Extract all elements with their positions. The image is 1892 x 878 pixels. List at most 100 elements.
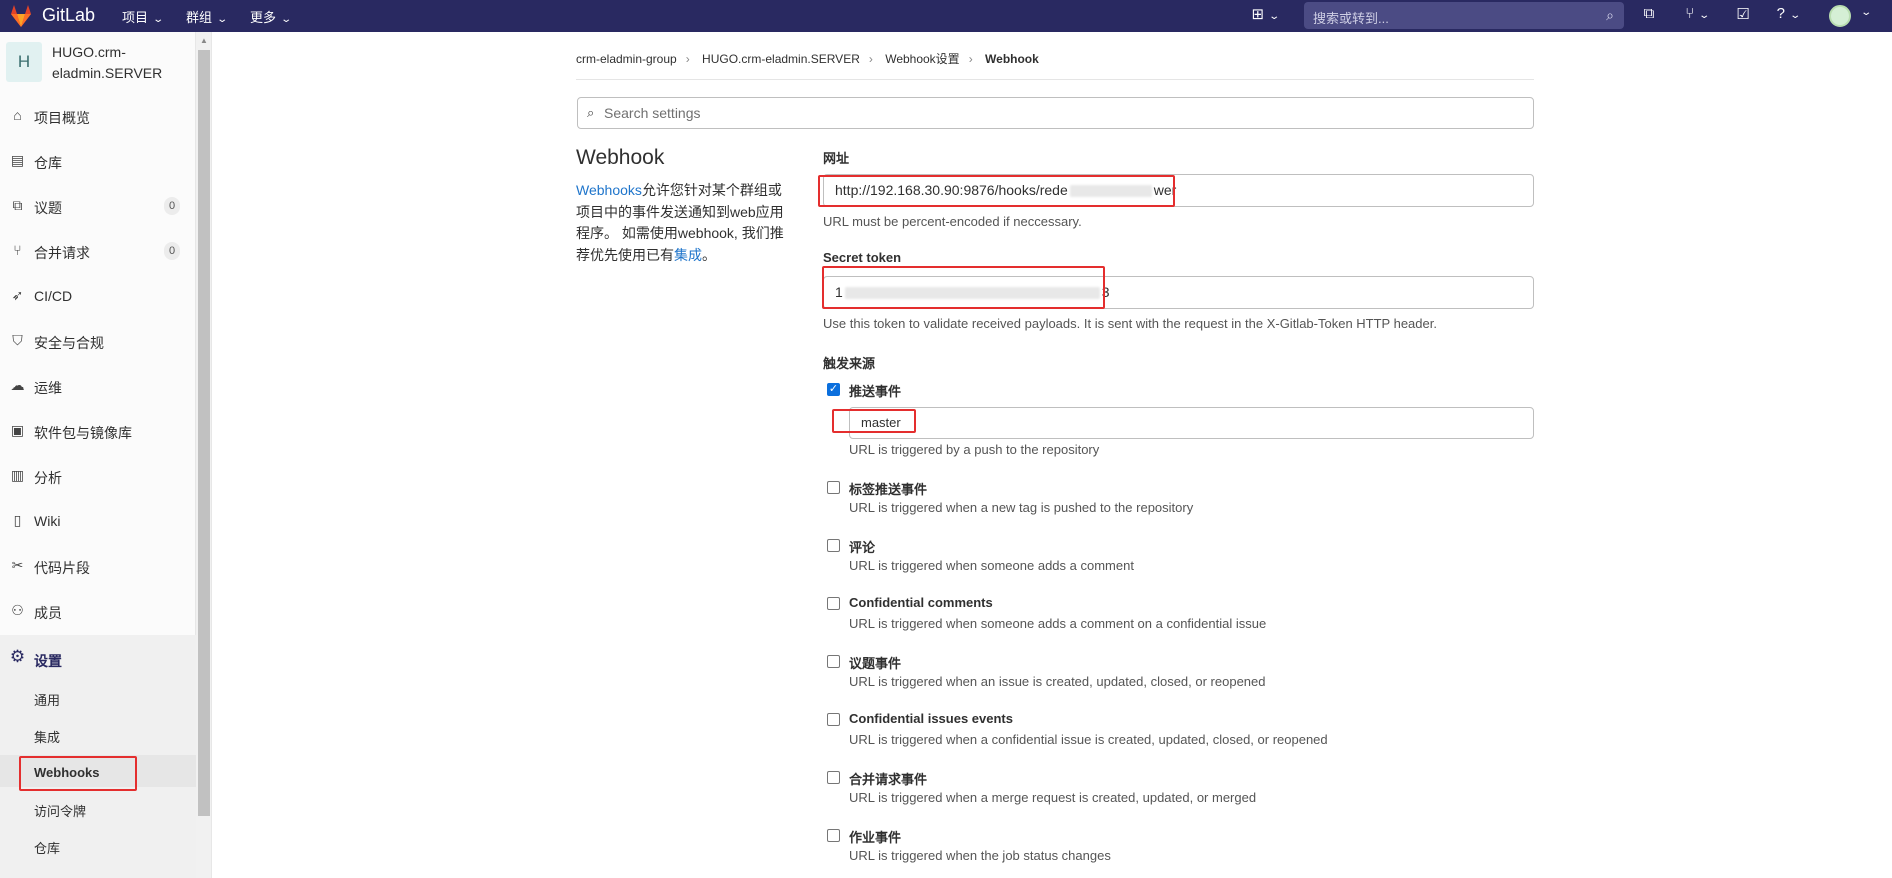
sidebar-item-issues[interactable]: ⧉ 议题 0 [0, 189, 196, 223]
url-input[interactable]: http://192.168.30.90:9876/hooks/rede wer [823, 174, 1534, 207]
sidebar-item-merge-requests[interactable]: ⑂ 合并请求 0 [0, 234, 196, 268]
file-icon: ▤ [10, 152, 25, 168]
sidebar-scrollbar[interactable]: ▲ [196, 32, 212, 878]
merge-request-events-checkbox[interactable] [827, 771, 840, 784]
sidebar-item-label: 成员 [34, 605, 62, 621]
new-dropdown-button[interactable]: ⊞ ⌄ [1245, 5, 1285, 27]
webhooks-docs-link[interactable]: Webhooks [576, 182, 642, 198]
nav-more[interactable]: 更多 ⌄ [250, 7, 293, 26]
settings-sub-access-tokens[interactable]: 访问令牌 [34, 801, 86, 820]
sidebar-item-wiki[interactable]: ▯ Wiki [0, 504, 196, 538]
chevron-down-icon: ⌄ [1698, 10, 1711, 21]
push-events-checkbox[interactable]: ✓ [827, 383, 840, 396]
project-avatar[interactable]: H [6, 42, 42, 82]
brand-name[interactable]: GitLab [42, 5, 95, 26]
merge-request-events-help: URL is triggered when a merge request is… [849, 790, 1257, 805]
url-value-part-1: http://192.168.30.90:9876/hooks/rede [835, 182, 1068, 198]
sidebar-item-label: 合并请求 [34, 245, 90, 261]
confidential-comments-help: URL is triggered when someone adds a com… [849, 616, 1267, 631]
chevron-down-icon: ⌄ [280, 14, 293, 25]
integrations-link[interactable]: 集成 [674, 247, 702, 263]
chevron-right-icon: › [968, 52, 973, 66]
rocket-icon: ➶ [11, 287, 24, 303]
token-value-part-2: 3 [1101, 284, 1110, 300]
breadcrumb-current: Webhook [985, 52, 1039, 66]
push-branch-filter-input[interactable]: master [849, 407, 1534, 439]
sidebar-item-analytics[interactable]: ▥ 分析 [0, 459, 196, 493]
comments-label: 评论 [849, 540, 876, 555]
sidebar-item-packages[interactable]: ▣ 软件包与镜像库 [0, 414, 196, 448]
scroll-up-arrow-icon[interactable]: ▲ [200, 36, 208, 45]
nav-groups-label: 群组 [186, 10, 213, 25]
sidebar-item-snippets[interactable]: ✂ 代码片段 [0, 549, 196, 583]
issues-count-badge: 0 [164, 197, 180, 215]
chevron-down-icon: ⌄ [152, 14, 165, 25]
sidebar-item-security[interactable]: ⛉ 安全与合规 [0, 324, 196, 358]
confidential-comments-label: Confidential comments [849, 595, 993, 610]
breadcrumb-webhook-settings[interactable]: Webhook设置 [885, 52, 959, 66]
nav-projects-label: 项目 [122, 10, 149, 25]
help-icon: ? [1776, 5, 1785, 22]
help-button[interactable]: ? ⌄ [1768, 5, 1808, 27]
sidebar-item-label: 安全与合规 [34, 335, 104, 351]
chevron-right-icon: › [685, 52, 690, 66]
confidential-issues-events-checkbox[interactable] [827, 713, 840, 726]
nav-projects[interactable]: 项目 ⌄ [122, 7, 165, 26]
url-value-part-2: wer [1153, 182, 1177, 198]
tag-push-events-checkbox[interactable] [827, 481, 840, 494]
issues-events-help: URL is triggered when an issue is create… [849, 674, 1266, 689]
nav-more-label: 更多 [250, 10, 277, 25]
job-events-checkbox[interactable] [827, 829, 840, 842]
settings-search-input[interactable]: ⌕ Search settings [577, 97, 1534, 129]
chevron-right-icon: › [868, 52, 873, 66]
merge-request-icon: ⑂ [13, 242, 22, 258]
chevron-down-icon[interactable]: ⌄ [1860, 7, 1872, 18]
todos-button[interactable]: ☑ [1730, 5, 1756, 27]
merge-requests-count-badge: 0 [164, 242, 180, 260]
token-value-part-1: 1 [835, 284, 843, 300]
nav-groups[interactable]: 群组 ⌄ [186, 7, 229, 26]
shield-icon: ⛉ [12, 332, 23, 348]
settings-sub-repository[interactable]: 仓库 [34, 838, 60, 857]
sidebar-item-members[interactable]: ⚇ 成员 [0, 594, 196, 628]
sidebar-item-label: 项目概览 [34, 110, 90, 126]
project-name[interactable]: HUGO.crm-eladmin.SERVER [52, 42, 172, 84]
chevron-down-icon: ⌄ [216, 14, 229, 25]
webhook-description-end: 。 [702, 246, 716, 263]
breadcrumb-project[interactable]: HUGO.crm-eladmin.SERVER [702, 52, 860, 66]
user-avatar[interactable] [1829, 5, 1851, 27]
scrollbar-thumb[interactable] [198, 50, 210, 816]
sidebar-item-overview[interactable]: ⌂ 项目概览 [0, 99, 196, 133]
settings-sub-integrations[interactable]: 集成 [34, 727, 60, 746]
sidebar-item-operations[interactable]: ☁ 运维 [0, 369, 196, 403]
comments-checkbox[interactable] [827, 539, 840, 552]
tag-push-events-label: 标签推送事件 [849, 482, 928, 497]
users-icon: ⚇ [11, 602, 24, 618]
confidential-comments-checkbox[interactable] [827, 597, 840, 610]
merge-requests-shortcut-button[interactable]: ⑂ ⌄ [1677, 5, 1717, 27]
sidebar-item-label: Wiki [34, 513, 61, 529]
issues-events-checkbox[interactable] [827, 655, 840, 668]
sidebar-item-label: 软件包与镜像库 [34, 425, 132, 441]
cloud-gear-icon: ☁ [10, 377, 25, 393]
sidebar-item-cicd[interactable]: ➶ CI/CD [0, 279, 196, 313]
url-help-text: URL must be percent-encoded if neccessar… [823, 214, 1082, 229]
settings-sub-general[interactable]: 通用 [34, 690, 60, 709]
secret-token-input[interactable]: 13 [823, 276, 1534, 309]
book-icon: ▯ [13, 512, 22, 528]
sidebar-item-repository[interactable]: ▤ 仓库 [0, 144, 196, 178]
merge-request-events-label: 合并请求事件 [849, 772, 928, 787]
search-icon: ⌕ [1606, 7, 1614, 23]
merge-request-icon: ⑂ [1685, 5, 1695, 22]
gitlab-logo-icon[interactable] [8, 4, 34, 28]
issues-shortcut-button[interactable]: ⧉ [1636, 5, 1662, 27]
settings-sub-webhooks-active[interactable]: Webhooks [0, 755, 196, 787]
breadcrumb-group[interactable]: crm-eladmin-group [576, 52, 677, 66]
settings-sub-webhooks: Webhooks [34, 765, 100, 780]
push-events-help: URL is triggered by a push to the reposi… [849, 442, 1100, 457]
global-search-input[interactable]: 搜索或转到... ⌕ [1304, 2, 1624, 29]
sidebar-item-label: 仓库 [34, 155, 62, 171]
comments-help: URL is triggered when someone adds a com… [849, 558, 1134, 573]
sidebar-item-settings[interactable]: ⚙ 设置 [0, 642, 196, 676]
sidebar-item-label: 议题 [34, 200, 62, 216]
